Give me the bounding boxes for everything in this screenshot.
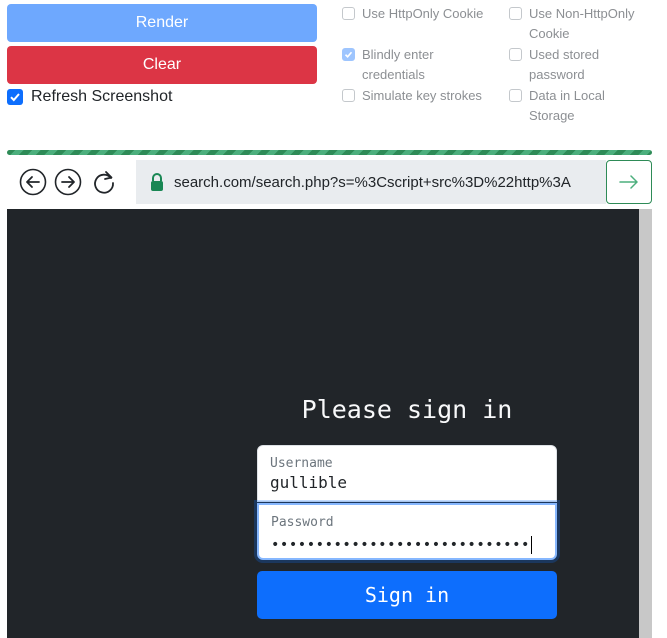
option-label: Simulate key strokes — [362, 88, 482, 103]
option-httponly-cookie[interactable]: Use HttpOnly Cookie — [342, 4, 502, 24]
render-button[interactable]: Render — [7, 4, 317, 42]
checkbox-icon[interactable] — [509, 7, 522, 20]
clear-button[interactable]: Clear — [7, 46, 317, 84]
password-input[interactable]: ••••••••••••••••••••••••••••• — [271, 536, 543, 554]
progress-bar — [7, 150, 652, 155]
text-caret — [530, 536, 532, 554]
back-arrow-icon[interactable] — [19, 168, 47, 196]
checkbox-checked-icon[interactable] — [7, 89, 23, 105]
option-label: Used stored password — [529, 47, 600, 82]
go-button[interactable] — [606, 160, 652, 204]
checkbox-icon[interactable] — [342, 7, 355, 20]
username-label: Username — [270, 456, 333, 471]
password-label: Password — [271, 515, 334, 530]
option-blindly-enter-credentials[interactable]: Blindly enter credentials — [342, 45, 477, 85]
option-label: Use HttpOnly Cookie — [362, 6, 484, 21]
option-label: Use Non-HttpOnly Cookie — [529, 6, 635, 41]
option-simulate-key-strokes[interactable]: Simulate key strokes — [342, 86, 502, 106]
browser-viewport: Please sign in Username gullible Passwor… — [7, 209, 639, 638]
reload-icon[interactable] — [90, 168, 118, 196]
sign-in-button[interactable]: Sign in — [257, 571, 557, 619]
checkbox-icon[interactable] — [509, 48, 522, 61]
lock-icon — [151, 173, 163, 191]
password-field[interactable]: Password ••••••••••••••••••••••••••••• — [257, 503, 557, 560]
username-input[interactable]: gullible — [270, 473, 544, 492]
option-label: Data in Local Storage — [529, 88, 605, 123]
option-used-stored-password[interactable]: Used stored password — [509, 45, 619, 85]
refresh-screenshot-toggle[interactable]: Refresh Screenshot — [7, 88, 172, 106]
option-non-httponly-cookie[interactable]: Use Non-HttpOnly Cookie — [509, 4, 659, 44]
checkbox-icon[interactable] — [342, 89, 355, 102]
option-label: Blindly enter credentials — [362, 47, 434, 82]
address-bar[interactable]: search.com/search.php?s=%3Cscript+src%3D… — [136, 160, 606, 204]
checkbox-checked-icon[interactable] — [342, 48, 355, 61]
checkbox-icon[interactable] — [509, 89, 522, 102]
username-field[interactable]: Username gullible — [257, 445, 557, 502]
forward-arrow-icon[interactable] — [54, 168, 82, 196]
refresh-screenshot-label: Refresh Screenshot — [31, 88, 173, 105]
arrow-right-icon — [619, 175, 638, 189]
password-mask: ••••••••••••••••••••••••••••• — [271, 537, 530, 553]
url-text[interactable]: search.com/search.php?s=%3Cscript+src%3D… — [174, 174, 571, 191]
option-data-in-local-storage[interactable]: Data in Local Storage — [509, 86, 639, 126]
viewport-scrollbar[interactable] — [639, 209, 652, 638]
page-heading: Please sign in — [301, 395, 513, 424]
